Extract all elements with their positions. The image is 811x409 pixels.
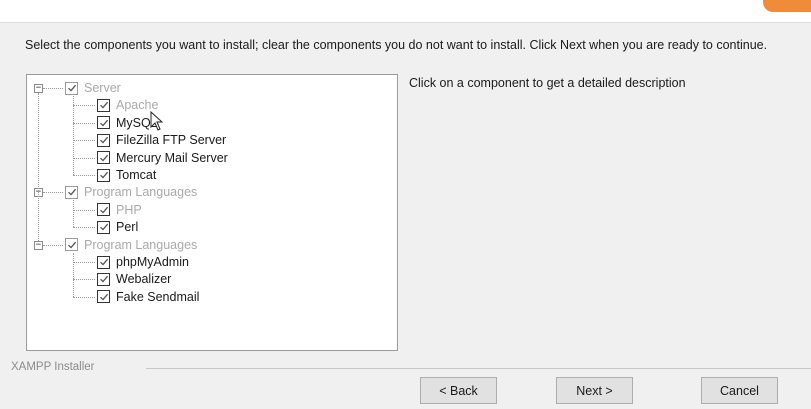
checkmark-icon [99,136,108,144]
component-tree[interactable]: − Server Apache MySQL FileZilla FTP Server Me… [26,74,398,351]
component-checkbox[interactable] [97,290,110,304]
component-checkbox[interactable] [97,220,110,234]
tree-connector [73,209,95,211]
component-description: Click on a component to get a detailed d… [409,76,686,90]
tree-connector [73,227,95,229]
tree-connector [43,244,63,246]
checkmark-icon [67,241,76,249]
tree-connector [38,93,39,241]
instructions-text: Select the components you want to instal… [25,38,768,52]
tree-item-php[interactable]: PHP [97,202,142,218]
tree-item-tomcat[interactable]: Tomcat [97,167,156,183]
checkmark-icon [99,171,108,179]
component-checkbox[interactable] [97,133,110,147]
mouse-pointer-icon [150,111,164,131]
wizard-header [0,0,811,23]
component-label: PHP [116,202,142,217]
tree-group-program-languages[interactable]: Program Languages [65,184,197,200]
checkmark-icon [99,293,108,301]
installer-brand-label: XAMPP Installer [11,361,95,373]
tree-group-server[interactable]: Server [65,80,121,96]
footer-divider [146,368,811,369]
checkmark-icon [99,258,108,266]
checkmark-icon [99,206,108,214]
component-label: Webalizer [116,272,172,287]
tree-connector [43,88,63,89]
component-label: Program Languages [84,237,198,252]
tree-connector [73,200,74,228]
component-checkbox[interactable] [65,185,78,199]
tree-item-mercury-mail-server[interactable]: Mercury Mail Server [97,150,228,166]
component-checkbox[interactable] [65,238,78,252]
tree-connector [73,122,95,124]
checkmark-icon [67,189,76,196]
tree-connector [73,279,95,281]
checkmark-icon [99,102,108,109]
component-label: Mercury Mail Server [116,150,228,165]
component-label: Fake Sendmail [116,289,200,304]
xampp-logo-icon [763,0,811,12]
tree-connector [73,140,95,142]
collapse-minus-icon[interactable]: − [34,84,43,93]
tree-item-perl[interactable]: Perl [97,219,138,235]
tree-connector [43,192,63,194]
component-checkbox[interactable] [97,116,110,130]
tree-connector [73,105,95,107]
next-button[interactable]: Next > [556,377,633,404]
component-checkbox[interactable] [97,98,110,112]
component-checkbox[interactable] [97,255,110,269]
component-label: phpMyAdmin [116,255,189,269]
checkmark-icon [99,276,108,283]
tree-group-program-languages[interactable]: Program Languages [65,237,197,253]
tree-connector [73,296,95,298]
tree-item-fake-sendmail[interactable]: Fake Sendmail [97,289,199,305]
component-checkbox[interactable] [97,168,110,182]
component-checkbox[interactable] [97,151,110,165]
cancel-button[interactable]: Cancel [701,377,778,404]
checkmark-icon [99,154,108,162]
component-label: FileZilla FTP Server [116,133,227,148]
tree-item-webalizer[interactable]: Webalizer [97,271,171,287]
tree-item-filezilla-ftp-server[interactable]: FileZilla FTP Server [97,132,226,148]
tree-item-mysql[interactable]: MySQL [97,115,158,131]
checkmark-icon [99,223,108,231]
component-label: Tomcat [116,168,157,182]
tree-connector [73,252,74,297]
component-label: Server [84,81,121,95]
tree-connector [73,262,95,263]
component-label: Program Languages [84,185,198,200]
tree-connector [73,175,95,176]
checkmark-icon [99,119,108,127]
collapse-minus-icon[interactable]: − [34,240,43,250]
component-checkbox[interactable] [97,272,110,286]
tree-item-phpmyadmin[interactable]: phpMyAdmin [97,254,189,270]
component-label: Perl [116,220,139,235]
checkmark-icon [67,84,76,92]
component-checkbox[interactable] [97,203,110,217]
component-checkbox[interactable] [65,81,78,95]
back-button[interactable]: < Back [420,377,497,404]
tree-connector [73,96,74,175]
tree-connector [73,157,95,159]
